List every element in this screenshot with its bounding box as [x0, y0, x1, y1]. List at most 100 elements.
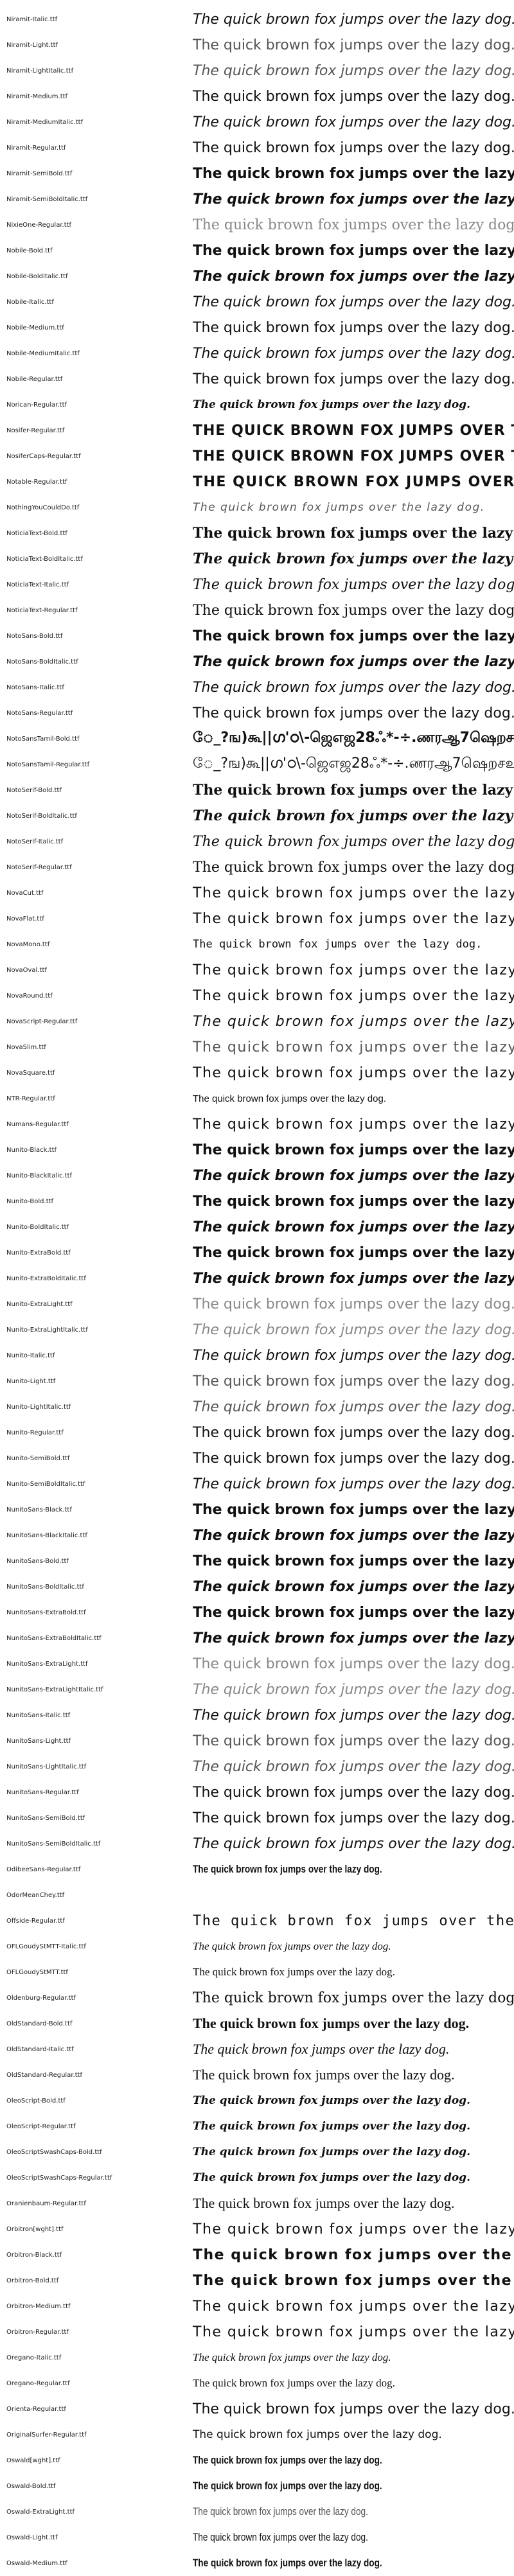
font-row: Nunito-Bold.ttf The quick brown fox jumps… [0, 1188, 514, 1214]
font-file-label: Niramit-SemiBoldItalic.ttf [6, 195, 88, 203]
font-sample-text: The quick brown fox jumps over the lazy … [193, 1758, 514, 1775]
font-sample-text: The quick brown fox jumps over the lazy … [193, 962, 514, 978]
font-row: Niramit-Light.ttf The quick brown fox jum… [0, 32, 514, 58]
font-sample-text: The quick brown fox jumps over the lazy … [193, 1578, 514, 1595]
font-row: NunitoSans-ExtraLightItalic.ttf The quick… [0, 1677, 514, 1702]
font-file-label: Niramit-SemiBold.ttf [6, 170, 73, 177]
font-sample-text: The quick brown fox jumps over the lazy … [193, 1476, 514, 1492]
font-sample-text: The quick brown fox jumps over the lazy … [193, 2246, 514, 2263]
font-file-label: Nunito-Bold.ttf [6, 1197, 54, 1205]
font-row: NotoSerif-Regular.ttf The quick brown fox… [0, 854, 514, 880]
font-file-label: NixieOne-Regular.ttf [6, 221, 72, 229]
font-file-label: OFLGoudyStMTT.ttf [6, 1968, 68, 1976]
font-file-label: OldStandard-Bold.ttf [6, 2020, 73, 2027]
font-file-label: Nunito-Italic.ttf [6, 1352, 55, 1359]
font-sample-text: The quick brown fox jumps over the lazy … [193, 2298, 514, 2315]
font-file-label: Nunito-Light.ttf [6, 1377, 56, 1385]
font-row: NunitoSans-ExtraBold.ttf The quick brown … [0, 1600, 514, 1625]
font-row: Notable-Regular.ttf The quick brown fox j… [0, 469, 514, 495]
font-row: Niramit-MediumItalic.ttf The quick brown … [0, 109, 514, 135]
font-row: NoticiaText-BoldItalic.ttf The quick brow… [0, 546, 514, 572]
font-file-label: NunitoSans-Italic.ttf [6, 1711, 71, 1719]
font-row: OleoScriptSwashCaps-Regular.ttf The quick… [0, 2165, 514, 2191]
font-sample-text: The quick brown fox jumps over the lazy … [193, 62, 514, 79]
font-row: NotoSans-BoldItalic.ttf The quick brown f… [0, 649, 514, 675]
font-file-label: OleoScript-Regular.ttf [6, 2122, 76, 2130]
font-file-label: Oswald-Medium.ttf [6, 2559, 67, 2567]
font-row: Nobile-Medium.ttf The quick brown fox jum… [0, 315, 514, 340]
font-sample-text: The quick brown fox jumps over the lazy … [193, 191, 514, 207]
font-row: Orbitron-Bold.ttf The quick brown fox jum… [0, 2268, 514, 2293]
font-sample-text: The quick brown fox jumps over the lazy … [193, 242, 514, 259]
font-row: Nobile-MediumItalic.ttf The quick brown f… [0, 340, 514, 366]
font-file-label: Nunito-SemiBoldItalic.ttf [6, 1480, 85, 1488]
font-file-label: Nosifer-Regular.ttf [6, 427, 65, 434]
font-row: Orbitron-Black.ttf The quick brown fox ju… [0, 2242, 514, 2268]
font-sample-text: The quick brown fox jumps over the lazy … [193, 2171, 470, 2184]
font-sample-text: The quick brown fox jumps over the lazy … [193, 1707, 514, 1724]
font-row: Oregano-Italic.ttf The quick brown fox ju… [0, 2345, 514, 2370]
font-sample-text: The quick brown fox jumps over the lazy … [193, 551, 514, 567]
font-file-label: Nobile-Medium.ttf [6, 324, 64, 331]
font-file-label: NTR-Regular.ttf [6, 1095, 55, 1102]
font-sample-text: The quick brown fox jumps over the lazy … [193, 1553, 514, 1569]
font-row: NunitoSans-Italic.ttf The quick brown fox… [0, 1702, 514, 1728]
font-row: NotoSans-Regular.ttf The quick brown fox … [0, 700, 514, 726]
font-file-label: NotoSans-BoldItalic.ttf [6, 658, 78, 666]
font-sample-text: The quick brown fox jumps over the lazy … [193, 2531, 368, 2543]
font-file-label: Nobile-Italic.ttf [6, 298, 54, 306]
font-row: NotoSerif-BoldItalic.ttf The quick brown … [0, 803, 514, 829]
font-file-label: NotoSerif-Italic.ttf [6, 838, 64, 845]
font-row: NothingYouCouldDo.ttf The quick brown fox… [0, 495, 514, 520]
font-file-label: Niramit-Regular.ttf [6, 144, 66, 152]
font-row: NotoSerif-Italic.ttf The quick brown fox … [0, 829, 514, 854]
font-sample-text: The quick brown fox jumps over the lazy … [193, 1989, 514, 2006]
font-file-label: Numans-Regular.ttf [6, 1120, 69, 1128]
font-row: Oswald-Light.ttf The quick brown fox jump… [0, 2525, 514, 2550]
font-row: NotoSansTamil-Regular.ttfே_?ங)கூ||ഗ'ഠ\-ஜ… [0, 752, 514, 777]
font-row: NunitoSans-LightItalic.ttf The quick brow… [0, 1754, 514, 1779]
font-file-label: Orbitron-Regular.ttf [6, 2328, 69, 2336]
font-file-label: NunitoSans-SemiBold.ttf [6, 1814, 85, 1822]
font-sample-text: The quick brown fox jumps over the lazy … [193, 628, 514, 644]
font-row: NotoSans-Bold.ttf The quick brown fox jum… [0, 623, 514, 649]
font-row: Nunito-ExtraLight.ttf The quick brown fox… [0, 1291, 514, 1317]
font-sample-text: The quick brown fox jumps over the lazy … [193, 525, 514, 542]
font-sample-text: The quick brown fox jumps over the lazy … [193, 1863, 382, 1875]
font-sample-text: The quick brown fox jumps over the lazy … [193, 216, 514, 233]
font-file-label: NunitoSans-Black.ttf [6, 1506, 72, 1513]
font-file-label: NoticiaText-BoldItalic.ttf [6, 555, 83, 563]
font-row: NunitoSans-Black.ttf The quick brown fox … [0, 1497, 514, 1522]
font-file-label: Nunito-Black.ttf [6, 1146, 57, 1154]
font-row: Niramit-SemiBoldItalic.ttf The quick brow… [0, 186, 514, 212]
font-file-label: NotoSans-Italic.ttf [6, 684, 64, 691]
font-row: NixieOne-Regular.ttf The quick brown fox … [0, 212, 514, 238]
font-sample-text: The quick brown fox jumps over the lazy … [193, 1321, 514, 1338]
font-file-label: NunitoSans-Light.ttf [6, 1737, 71, 1745]
font-file-label: Oranienbaum-Regular.ttf [6, 2200, 86, 2207]
font-file-label: Nunito-BlackItalic.ttf [6, 1172, 73, 1179]
font-sample-text: The quick brown fox jumps over the lazy … [193, 2377, 395, 2389]
font-file-label: Orbitron-Bold.ttf [6, 2277, 59, 2284]
font-file-label: OFLGoudyStMTT-Italic.ttf [6, 1943, 86, 1950]
font-row: Nunito-Light.ttf The quick brown fox jump… [0, 1368, 514, 1394]
font-sample-text: The quick brown fox jumps over the lazy … [193, 1398, 514, 1415]
font-sample-text: The quick brown fox jumps over the lazy … [193, 2557, 382, 2569]
font-row: Numans-Regular.ttf The quick brown fox ju… [0, 1111, 514, 1137]
font-row: NTR-Regular.ttf The quick brown fox jumps… [0, 1086, 514, 1111]
font-file-label: OleoScript-Bold.ttf [6, 2097, 66, 2104]
font-file-label: NunitoSans-Bold.ttf [6, 1557, 69, 1565]
font-row: OleoScript-Bold.ttf The quick brown fox j… [0, 2088, 514, 2113]
font-file-label: Oregano-Regular.ttf [6, 2379, 70, 2387]
font-file-label: Niramit-Light.ttf [6, 41, 58, 49]
font-sample-text: The quick brown fox jumps over the lazy … [193, 1681, 514, 1698]
font-file-label: Oswald-Bold.ttf [6, 2482, 56, 2490]
font-row: OldStandard-Italic.ttf The quick brown fo… [0, 2036, 514, 2062]
font-row: OldStandard-Regular.ttf The quick brown f… [0, 2062, 514, 2088]
font-file-label: NotoSerif-BoldItalic.ttf [6, 812, 77, 820]
font-row: Nunito-BoldItalic.ttf The quick brown fox… [0, 1214, 514, 1240]
font-file-label: NunitoSans-ExtraBoldItalic.ttf [6, 1634, 102, 1642]
font-sample-text: The quick brown fox jumps over the lazy … [193, 2401, 514, 2417]
font-file-label: NovaSlim.ttf [6, 1043, 46, 1051]
font-row: NovaSlim.ttf The quick brown fox jumps ov… [0, 1034, 514, 1060]
